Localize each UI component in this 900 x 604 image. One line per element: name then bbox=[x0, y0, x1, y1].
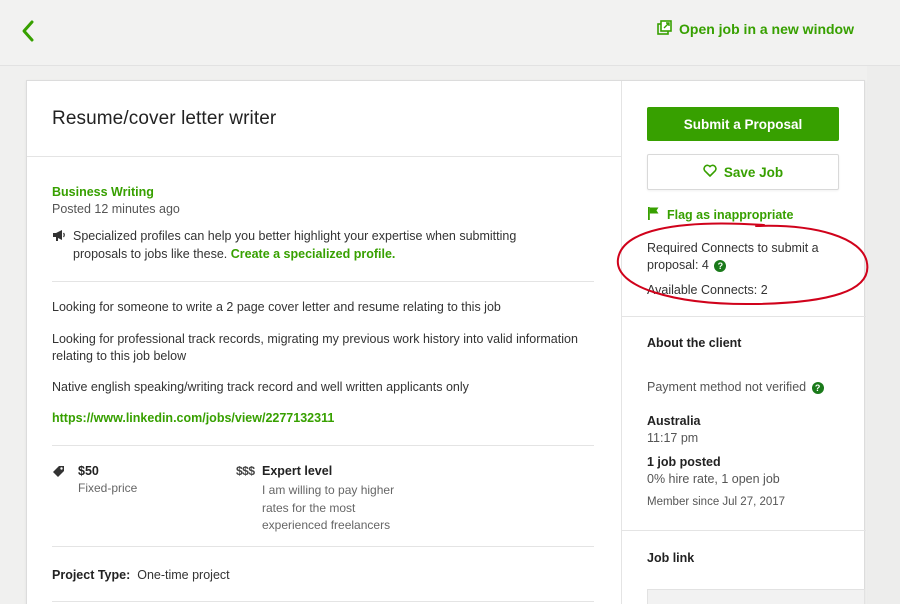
divider bbox=[622, 316, 866, 317]
back-arrow-icon[interactable] bbox=[18, 18, 40, 44]
job-details-card: Resume/cover letter writer Business Writ… bbox=[26, 80, 869, 604]
about-client-heading: About the client bbox=[647, 336, 742, 350]
divider bbox=[52, 281, 594, 282]
payment-status: Payment method not verified ? bbox=[647, 380, 824, 394]
flag-icon bbox=[647, 206, 660, 224]
job-sidebar: Submit a Proposal Save Job Flag as inapp… bbox=[616, 81, 869, 604]
save-job-button[interactable]: Save Job bbox=[647, 154, 839, 190]
job-main-column: Resume/cover letter writer Business Writ… bbox=[27, 81, 622, 604]
external-window-icon bbox=[657, 20, 672, 38]
job-link-field[interactable] bbox=[647, 589, 865, 604]
flag-label: Flag as inappropriate bbox=[667, 208, 794, 222]
divider bbox=[52, 601, 594, 602]
price-type: Fixed-price bbox=[78, 481, 138, 495]
heart-icon bbox=[703, 164, 717, 180]
client-hire-rate: 0% hire rate, 1 open job bbox=[647, 472, 780, 486]
megaphone-icon bbox=[52, 229, 66, 247]
divider bbox=[52, 445, 594, 446]
experience-level-description: I am willing to pay higher rates for the… bbox=[262, 483, 395, 532]
description-paragraph: Looking for professional track records, … bbox=[52, 332, 578, 363]
flag-inappropriate-link[interactable]: Flag as inappropriate bbox=[647, 206, 793, 224]
submit-proposal-button[interactable]: Submit a Proposal bbox=[647, 107, 839, 141]
dollar-signs-icon: $$$ bbox=[236, 464, 255, 478]
help-icon[interactable]: ? bbox=[811, 382, 824, 394]
job-category-link[interactable]: Business Writing bbox=[52, 185, 154, 199]
experience-level: Expert level bbox=[262, 464, 333, 478]
divider bbox=[622, 530, 866, 531]
description-paragraph: Native english speaking/writing track re… bbox=[52, 380, 469, 394]
price-value: $50 bbox=[78, 464, 99, 478]
required-connects-text: Required Connects to submit a proposal: … bbox=[647, 241, 819, 272]
project-type-label: Project Type: bbox=[52, 568, 131, 582]
client-member-since: Member since Jul 27, 2017 bbox=[647, 496, 786, 508]
save-job-label: Save Job bbox=[723, 164, 784, 180]
job-link-heading: Job link bbox=[647, 551, 695, 565]
tag-icon bbox=[52, 465, 65, 483]
divider bbox=[52, 546, 594, 547]
create-specialized-profile-link[interactable]: Create a specialized profile. bbox=[231, 247, 396, 261]
client-local-time: 11:17 pm bbox=[647, 431, 699, 445]
client-country: Australia bbox=[647, 414, 701, 428]
project-type-value: One-time project bbox=[137, 568, 230, 582]
available-connects: Available Connects: 2 bbox=[647, 283, 768, 297]
top-bar: Open job in a new window bbox=[0, 0, 900, 66]
linkedin-job-link[interactable]: https://www.linkedin.com/jobs/view/22771… bbox=[52, 411, 334, 425]
posted-time: Posted 12 minutes ago bbox=[52, 202, 180, 216]
job-title: Resume/cover letter writer bbox=[52, 108, 277, 129]
project-type: Project Type: One-time project bbox=[52, 568, 230, 582]
specialized-profile-notice: Specialized profiles can help you better… bbox=[52, 227, 572, 263]
description-paragraph: Looking for someone to write a 2 page co… bbox=[52, 300, 501, 314]
open-window-label: Open job in a new window bbox=[679, 21, 854, 37]
page-gutter bbox=[867, 66, 900, 604]
required-connects: Required Connects to submit a proposal: … bbox=[647, 240, 832, 273]
title-row: Resume/cover letter writer bbox=[27, 81, 621, 157]
open-in-new-window-link[interactable]: Open job in a new window bbox=[657, 20, 854, 38]
help-icon[interactable]: ? bbox=[714, 259, 727, 272]
payment-status-text: Payment method not verified bbox=[647, 380, 807, 394]
client-jobs-posted: 1 job posted bbox=[647, 455, 721, 469]
